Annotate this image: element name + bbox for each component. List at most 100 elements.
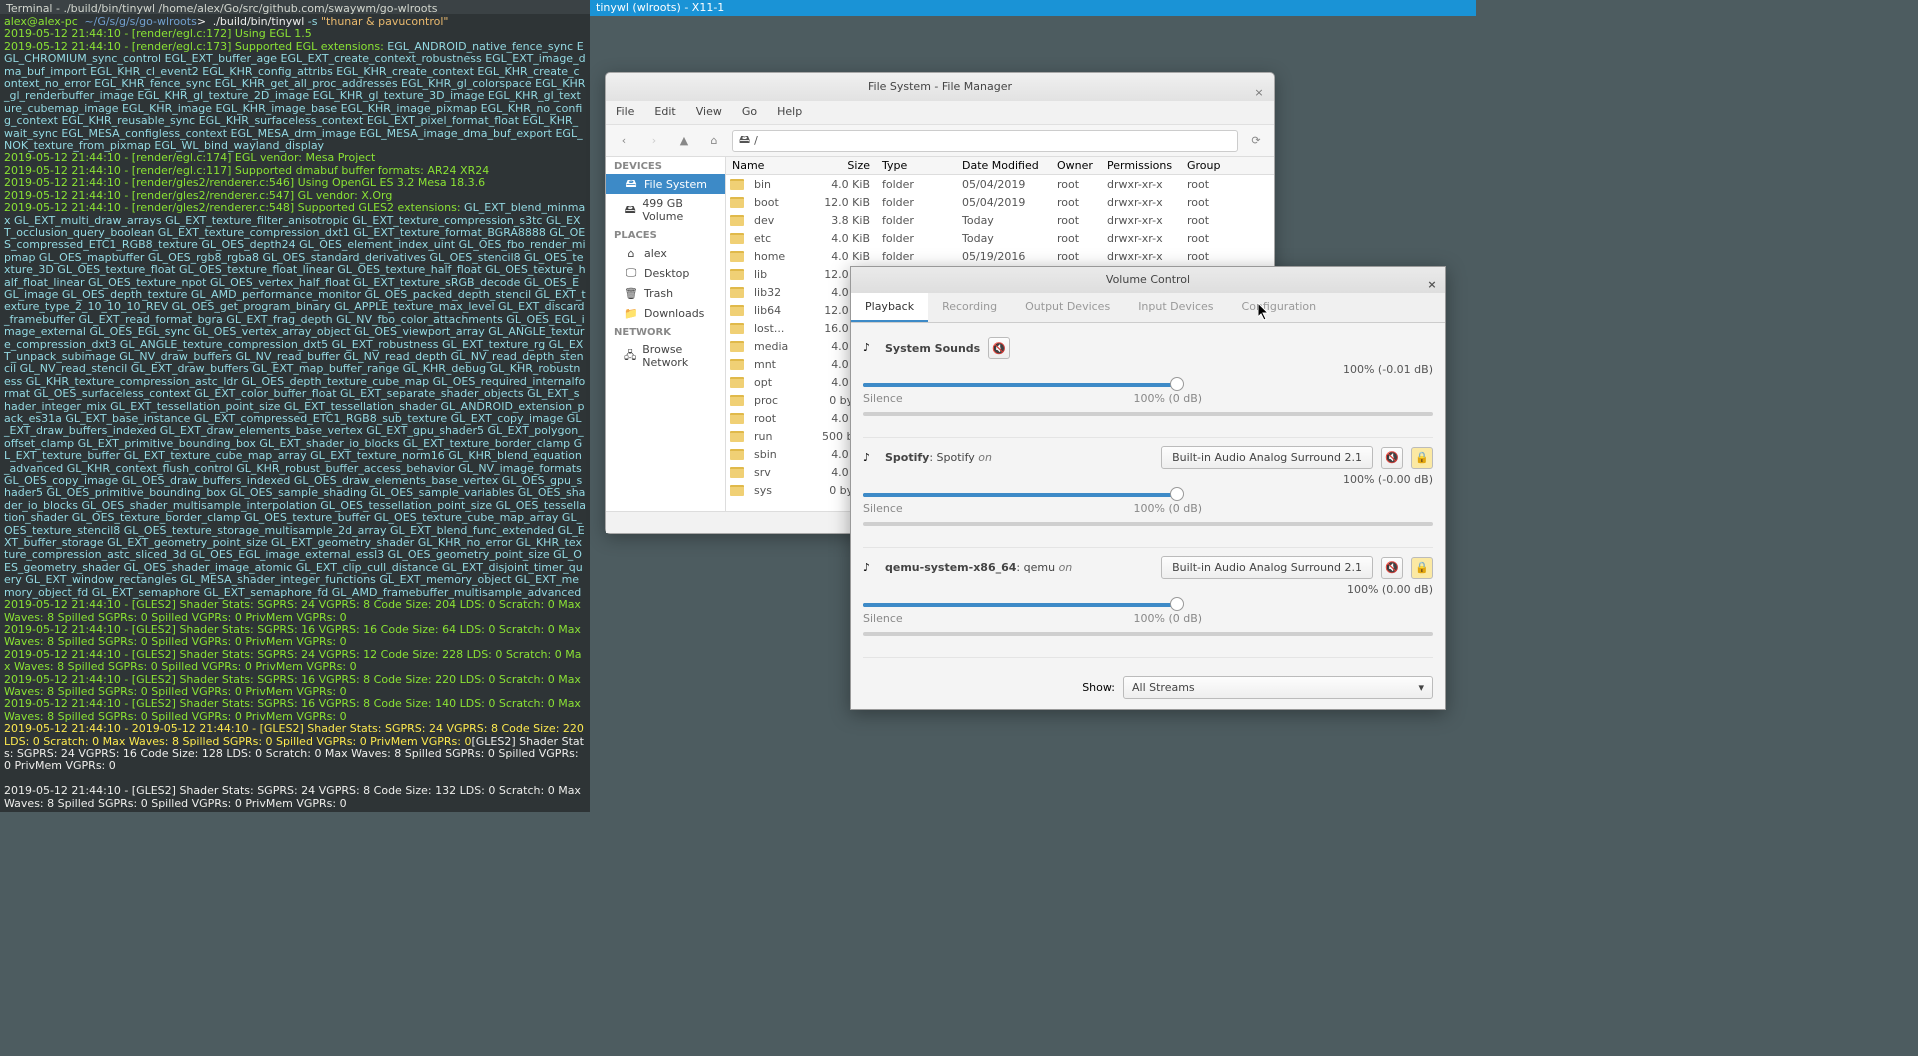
log-line: 2019-05-12 21:44:10 - [render/egl.c:117]… — [4, 164, 489, 177]
volume-slider[interactable] — [863, 378, 1433, 392]
menu-file[interactable]: File — [606, 101, 644, 124]
refresh-button[interactable]: ⟳ — [1244, 129, 1268, 153]
folder-icon — [730, 215, 744, 226]
col-name[interactable]: Name — [726, 157, 816, 174]
slider-thumb[interactable] — [1170, 597, 1184, 611]
prompt-path: ~/G/s/g/s/go-wlroots — [84, 15, 196, 28]
folder-icon: 📁 — [624, 306, 638, 320]
pct-mid-label: 100% (0 dB) — [1134, 612, 1203, 625]
row-name: home — [748, 248, 791, 265]
tab-config[interactable]: Configuration — [1228, 293, 1331, 322]
forward-button[interactable]: › — [642, 129, 666, 153]
vc-tabs: Playback Recording Output Devices Input … — [851, 293, 1445, 323]
pct-mid-label: 100% (0 dB) — [1134, 502, 1203, 515]
cmd-bin: ./build/bin/tinywl — [213, 15, 305, 28]
table-row[interactable]: etc4.0 KiBfolderTodayrootdrwxr-xr-xroot — [726, 229, 1274, 247]
mute-button[interactable]: 🔇 — [1381, 447, 1403, 469]
sidebar-item-volume[interactable]: 🖴499 GB Volume — [606, 194, 725, 226]
row-name: lib32 — [748, 284, 787, 301]
volume-slider[interactable] — [863, 488, 1433, 502]
row-size: 12.0 KiB — [816, 194, 876, 211]
silence-label: Silence — [863, 612, 903, 625]
row-name: mnt — [748, 356, 782, 373]
silence-label: Silence — [863, 392, 903, 405]
menu-view[interactable]: View — [686, 101, 732, 124]
table-row[interactable]: bin4.0 KiBfolder05/04/2019rootdrwxr-xr-x… — [726, 175, 1274, 193]
log-line: 2019-05-12 21:44:10 - [render/gles2/rend… — [4, 189, 392, 202]
fm-menubar: File Edit View Go Help — [606, 101, 1274, 125]
path-entry[interactable]: 🖴 / — [732, 130, 1238, 152]
close-icon[interactable]: × — [1425, 272, 1439, 286]
slider-thumb[interactable] — [1170, 377, 1184, 391]
sidebar-item-desktop[interactable]: 🖵Desktop — [606, 263, 725, 283]
show-label: Show: — [1082, 681, 1115, 694]
table-row[interactable]: home4.0 KiBfolder05/19/2016rootdrwxr-xr-… — [726, 247, 1274, 265]
fm-columns: Name Size Type Date Modified Owner Permi… — [726, 157, 1274, 175]
balance-slider[interactable] — [863, 517, 1433, 531]
table-row[interactable]: dev3.8 KiBfolderTodayrootdrwxr-xr-xroot — [726, 211, 1274, 229]
log-line: 2019-05-12 21:44:10 - [render/egl.c:174]… — [4, 151, 375, 164]
sidebar-item-filesystem[interactable]: 🖴File System — [606, 174, 725, 194]
log-line: 2019-05-12 21:44:10 - [render/gles2/rend… — [4, 176, 485, 189]
balance-slider[interactable] — [863, 627, 1433, 641]
col-owner[interactable]: Owner — [1051, 157, 1101, 174]
home-button[interactable]: ⌂ — [702, 129, 726, 153]
col-perm[interactable]: Permissions — [1101, 157, 1181, 174]
sink-button[interactable]: Built-in Audio Analog Surround 2.1 — [1161, 446, 1373, 469]
terminal-output[interactable]: alex@alex-pc ~/G/s/g/s/go-wlroots> ./bui… — [0, 14, 590, 812]
row-group: root — [1181, 194, 1231, 211]
sidebar-head-network: NETWORK — [606, 323, 725, 340]
menu-go[interactable]: Go — [732, 101, 767, 124]
folder-icon — [730, 431, 744, 442]
terminal-window: Terminal - ./build/bin/tinywl /home/alex… — [0, 0, 590, 812]
lock-button[interactable]: 🔒 — [1411, 447, 1433, 469]
sidebar-item-downloads[interactable]: 📁Downloads — [606, 303, 725, 323]
volume-control-window: Volume Control × Playback Recording Outp… — [850, 266, 1446, 710]
tab-recording[interactable]: Recording — [928, 293, 1011, 322]
balance-slider[interactable] — [863, 407, 1433, 421]
fm-titlebar[interactable]: File System - File Manager × — [606, 73, 1274, 101]
path-text: / — [754, 134, 758, 147]
silence-label: Silence — [863, 502, 903, 515]
col-date[interactable]: Date Modified — [956, 157, 1051, 174]
col-size[interactable]: Size — [816, 157, 876, 174]
vc-titlebar[interactable]: Volume Control × — [851, 267, 1445, 293]
sidebar-item-home[interactable]: ⌂alex — [606, 243, 725, 263]
table-row[interactable]: boot12.0 KiBfolder05/04/2019rootdrwxr-xr… — [726, 193, 1274, 211]
row-type: folder — [876, 194, 956, 211]
slider-thumb[interactable] — [1170, 487, 1184, 501]
fm-sidebar: DEVICES 🖴File System 🖴499 GB Volume PLAC… — [606, 157, 726, 511]
tab-playback[interactable]: Playback — [851, 293, 928, 322]
drive-icon: 🖴 — [739, 131, 750, 150]
cmd-flag: -s — [304, 15, 321, 28]
cmd-arg: "thunar & pavucontrol" — [321, 15, 449, 28]
app-icon: ♪ — [863, 451, 877, 465]
col-type[interactable]: Type — [876, 157, 956, 174]
row-name: boot — [748, 194, 785, 211]
x11-titlebar[interactable]: tinywl (wlroots) - X11-1 — [590, 0, 1476, 16]
stream-percent: 100% (0.00 dB) — [1347, 583, 1433, 596]
row-type: folder — [876, 230, 956, 247]
row-size: 3.8 KiB — [816, 212, 876, 229]
sink-button[interactable]: Built-in Audio Analog Surround 2.1 — [1161, 556, 1373, 579]
up-button[interactable]: ▲ — [672, 129, 696, 153]
back-button[interactable]: ‹ — [612, 129, 636, 153]
tab-output[interactable]: Output Devices — [1011, 293, 1124, 322]
mute-button[interactable]: 🔇 — [988, 337, 1010, 359]
folder-icon — [730, 323, 744, 334]
tab-input[interactable]: Input Devices — [1124, 293, 1227, 322]
mute-button[interactable]: 🔇 — [1381, 557, 1403, 579]
row-size: 4.0 KiB — [816, 230, 876, 247]
close-icon[interactable]: × — [1252, 79, 1266, 93]
sidebar-item-trash[interactable]: 🗑Trash — [606, 283, 725, 303]
volume-slider[interactable] — [863, 598, 1433, 612]
col-group[interactable]: Group — [1181, 157, 1231, 174]
lock-button[interactable]: 🔒 — [1411, 557, 1433, 579]
shader-lines: 2019-05-12 21:44:10 - [GLES2] Shader Sta… — [4, 598, 584, 723]
chevron-down-icon: ▾ — [1418, 681, 1424, 694]
show-select[interactable]: All Streams ▾ — [1123, 676, 1433, 699]
menu-edit[interactable]: Edit — [644, 101, 685, 124]
sidebar-item-network[interactable]: 🖧Browse Network — [606, 340, 725, 372]
row-name: sys — [748, 482, 778, 499]
menu-help[interactable]: Help — [767, 101, 812, 124]
